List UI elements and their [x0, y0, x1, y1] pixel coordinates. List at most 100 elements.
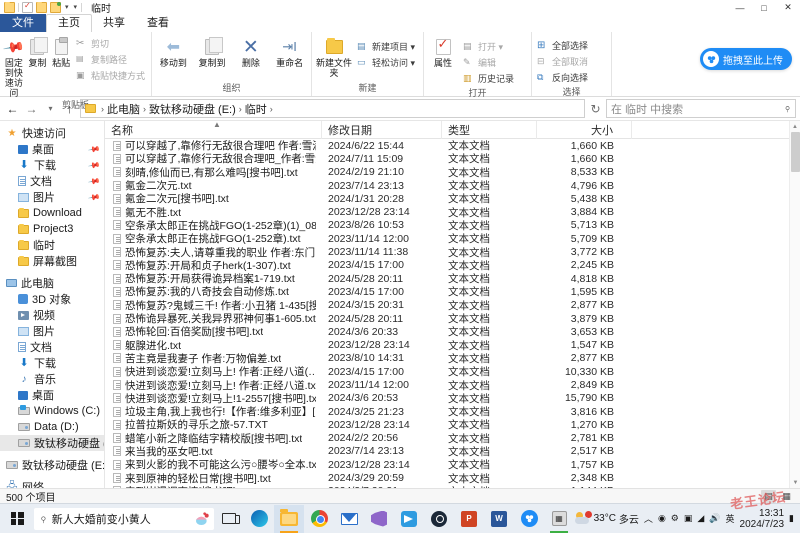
sidebar-item-文档[interactable]: 文档: [0, 339, 104, 355]
table-row[interactable]: 苦主竟是我妻子 作者:万物偏差.txt 2023/8/10 14:31 文本文档 2,…: [105, 352, 800, 365]
visual-studio-button[interactable]: [364, 505, 394, 533]
sidebar-item-download[interactable]: Download: [0, 205, 104, 221]
properties-button[interactable]: 属性: [427, 34, 459, 68]
column-header-date[interactable]: 修改日期: [322, 120, 442, 139]
table-row[interactable]: 氪金二次元[搜书吧].txt 2024/1/31 20:28 文本文档 5,438 K…: [105, 192, 800, 205]
details-view-icon[interactable]: ▤: [761, 489, 776, 503]
powerpoint-button[interactable]: P: [454, 505, 484, 533]
table-row[interactable]: 可以穿越了,靠修行无敌很合理吧 作者:雪满… 2024/6/22 15:44 文本文…: [105, 139, 800, 152]
tray-network-icon[interactable]: ◢: [697, 513, 704, 524]
select-none-button[interactable]: ⊟ 全部取消: [535, 54, 591, 69]
scrollbar-thumb[interactable]: [791, 132, 800, 172]
sidebar-item-快速访问[interactable]: ★ 快速访问: [0, 125, 104, 141]
sidebar-item-文档[interactable]: 文档 📌: [0, 173, 104, 189]
tray-settings-icon[interactable]: ⚙: [671, 513, 679, 524]
large-icons-view-icon[interactable]: ▦: [779, 490, 794, 503]
breadcrumb-separator-2[interactable]: ›: [238, 104, 243, 114]
copy-button[interactable]: 复制: [27, 34, 49, 68]
table-row[interactable]: 来到崩漫调事情[搜书吧].txt 2024/2/7 20:31文本文档1,144 …: [105, 485, 800, 488]
tab-file[interactable]: 文件: [0, 14, 46, 32]
task-view-button[interactable]: [214, 505, 244, 533]
move-to-button[interactable]: ⬅ 移动到: [155, 34, 192, 68]
sidebar-item-图片[interactable]: 图片 📌: [0, 189, 104, 205]
close-button[interactable]: ✕: [776, 0, 800, 15]
customize-qat-chevron-icon[interactable]: ▾: [73, 2, 79, 13]
sidebar-item-桌面[interactable]: 桌面 📌: [0, 141, 104, 157]
select-all-button[interactable]: ⊞ 全部选择: [535, 38, 591, 53]
sidebar-item-致钛移动硬盘-e-[interactable]: 致钛移动硬盘 (E:): [0, 457, 104, 473]
copy-to-button[interactable]: 复制到: [194, 34, 231, 68]
steam-button[interactable]: [424, 505, 454, 533]
sidebar-item-屏幕截图[interactable]: 屏幕截图: [0, 253, 104, 269]
table-row[interactable]: 来到火影的我不可能这么污○腰岑○全本.txt 2023/12/28 23:14 文本…: [105, 458, 800, 471]
table-row[interactable]: 恐怖复苏:开局获得诡异档案1-719.txt 2024/5/28 20:11 文本文…: [105, 272, 800, 285]
pin-icon[interactable]: 📌: [87, 142, 100, 155]
baidu-netdisk-button[interactable]: [514, 505, 544, 533]
table-row[interactable]: 可以穿越了,靠修行无敌很合理吧_作者:雪满… 2024/7/11 15:09 文本文…: [105, 152, 800, 165]
mail-button[interactable]: [334, 505, 364, 533]
column-header-size[interactable]: 大小: [537, 120, 632, 139]
maximize-button[interactable]: □: [752, 0, 776, 15]
scroll-down-button[interactable]: ▼: [790, 477, 800, 488]
copy-path-button[interactable]: ▤ 复制路径: [74, 52, 148, 67]
paste-shortcut-button[interactable]: ▣ 粘贴快捷方式: [74, 68, 148, 83]
paste-button[interactable]: 粘贴: [50, 34, 72, 68]
folder-icon-2[interactable]: [36, 1, 47, 13]
clock[interactable]: 13:31 2024/7/23: [740, 508, 785, 530]
table-row[interactable]: 快进到谈恋爱!立刻马上! 作者:正经八道(… 2023/4/15 17:00 文本文…: [105, 365, 800, 378]
sidebar-item-音乐[interactable]: ♪ 音乐: [0, 371, 104, 387]
table-row[interactable]: 躯腺进化.txt 2023/12/28 23:14 文本文档 1,547 KB: [105, 338, 800, 352]
breadcrumb-item-drive[interactable]: 致钛移动硬盘 (E:): [149, 101, 236, 117]
sidebar-item-此电脑[interactable]: 此电脑: [0, 275, 104, 291]
column-header-type[interactable]: 类型: [442, 120, 537, 139]
new-folder-icon[interactable]: [50, 2, 61, 13]
chrome-button[interactable]: [304, 505, 334, 533]
taskbar-search-box[interactable]: ⌕ 新人大婚前变小黄人: [34, 507, 214, 530]
ime-indicator[interactable]: 英: [726, 512, 735, 525]
tray-battery-icon[interactable]: ▣: [684, 513, 693, 524]
file-explorer-button[interactable]: [274, 504, 304, 533]
show-desktop-button[interactable]: ▮: [789, 513, 794, 524]
rename-button[interactable]: ⇥I 重命名: [271, 34, 308, 68]
weather-widget[interactable]: 33°C 多云: [574, 511, 639, 526]
sidebar-item-project3[interactable]: Project3: [0, 221, 104, 237]
table-row[interactable]: 氪金二次元.txt 2023/7/14 23:13 文本文档 4,796 KB: [105, 179, 800, 192]
table-row[interactable]: 恐怖诡异暴死,关我异界邪神何事1-605.txt 2024/5/28 20:11 文…: [105, 312, 800, 325]
minimize-button[interactable]: —: [728, 0, 752, 15]
table-row[interactable]: 空条承太郎正在挑战FGO(1-252章)(1)_084… 2023/8/26 10…: [105, 219, 800, 232]
table-row[interactable]: 恐怖复苏:夫人,请尊重我的职业 作者:东门… 2023/11/14 11:38 文本…: [105, 245, 800, 259]
table-row[interactable]: 恐怖轮回:百倍奖励[搜书吧].txt 2024/3/6 20:33 文本文档 3,65…: [105, 325, 800, 338]
calculator-button[interactable]: ▦: [544, 505, 574, 533]
edit-button[interactable]: ✎ 编辑: [461, 55, 517, 70]
table-row[interactable]: 刻晴,修仙而已,有那么难吗[搜书吧].txt 2024/2/19 21:10 文本文…: [105, 166, 800, 179]
new-item-button[interactable]: ▤ 新建项目 ▾: [355, 39, 418, 54]
tray-record-icon[interactable]: ◉: [658, 513, 666, 524]
sidebar-item-网络[interactable]: 🖧 网络: [0, 479, 104, 489]
sidebar-item-data-d-[interactable]: Data (D:): [0, 419, 104, 435]
sidebar-item-3d-对象[interactable]: 3D 对象: [0, 291, 104, 307]
vertical-scrollbar[interactable]: ▲ ▼: [789, 121, 800, 488]
table-row[interactable]: 氪无不胜.txt 2023/12/28 23:14 文本文档 3,884 KB: [105, 205, 800, 219]
history-button[interactable]: ▥ 历史记录: [461, 71, 517, 86]
tim-button[interactable]: [394, 505, 424, 533]
start-button[interactable]: [2, 505, 32, 533]
table-row[interactable]: 恐怖复苏:我的八奇技会自动修炼.txt 2023/4/15 17:00 文本文档 1,…: [105, 285, 800, 298]
table-row[interactable]: 恐怖复苏:开局和贞子herk(1-307).txt 2023/4/15 17:00…: [105, 259, 800, 272]
properties-icon[interactable]: [22, 1, 33, 13]
table-row[interactable]: 蜡笔小新之降临结字精校版[搜书吧].txt 2024/2/2 20:56 文本文档 2…: [105, 432, 800, 445]
sidebar-item-windows-c-[interactable]: Windows (C:): [0, 403, 104, 419]
cut-button[interactable]: ✂ 剪切: [74, 36, 148, 51]
sidebar-item-致钛移动硬盘-e-[interactable]: 致钛移动硬盘 (E:): [0, 435, 104, 451]
tab-home[interactable]: 主页: [46, 14, 92, 33]
sidebar-item-临时[interactable]: 临时: [0, 237, 104, 253]
easy-access-button[interactable]: ▭ 轻松访问 ▾: [355, 55, 418, 70]
breadcrumb[interactable]: › 此电脑 › 致钛移动硬盘 (E:) › 临时 ›: [80, 99, 585, 118]
refresh-button[interactable]: ↻: [587, 100, 604, 118]
word-button[interactable]: W: [484, 505, 514, 533]
table-row[interactable]: 来到原神的轻松日常[搜书吧].txt 2024/3/29 20:59 文本文档 2,3…: [105, 471, 800, 485]
pin-icon[interactable]: 📌: [87, 174, 100, 187]
open-button[interactable]: ▤ 打开 ▾: [461, 39, 517, 54]
breadcrumb-item-folder[interactable]: 临时: [245, 101, 267, 117]
show-hidden-icons-chevron-icon[interactable]: ︿: [644, 512, 653, 525]
pin-icon[interactable]: 📌: [87, 158, 100, 171]
